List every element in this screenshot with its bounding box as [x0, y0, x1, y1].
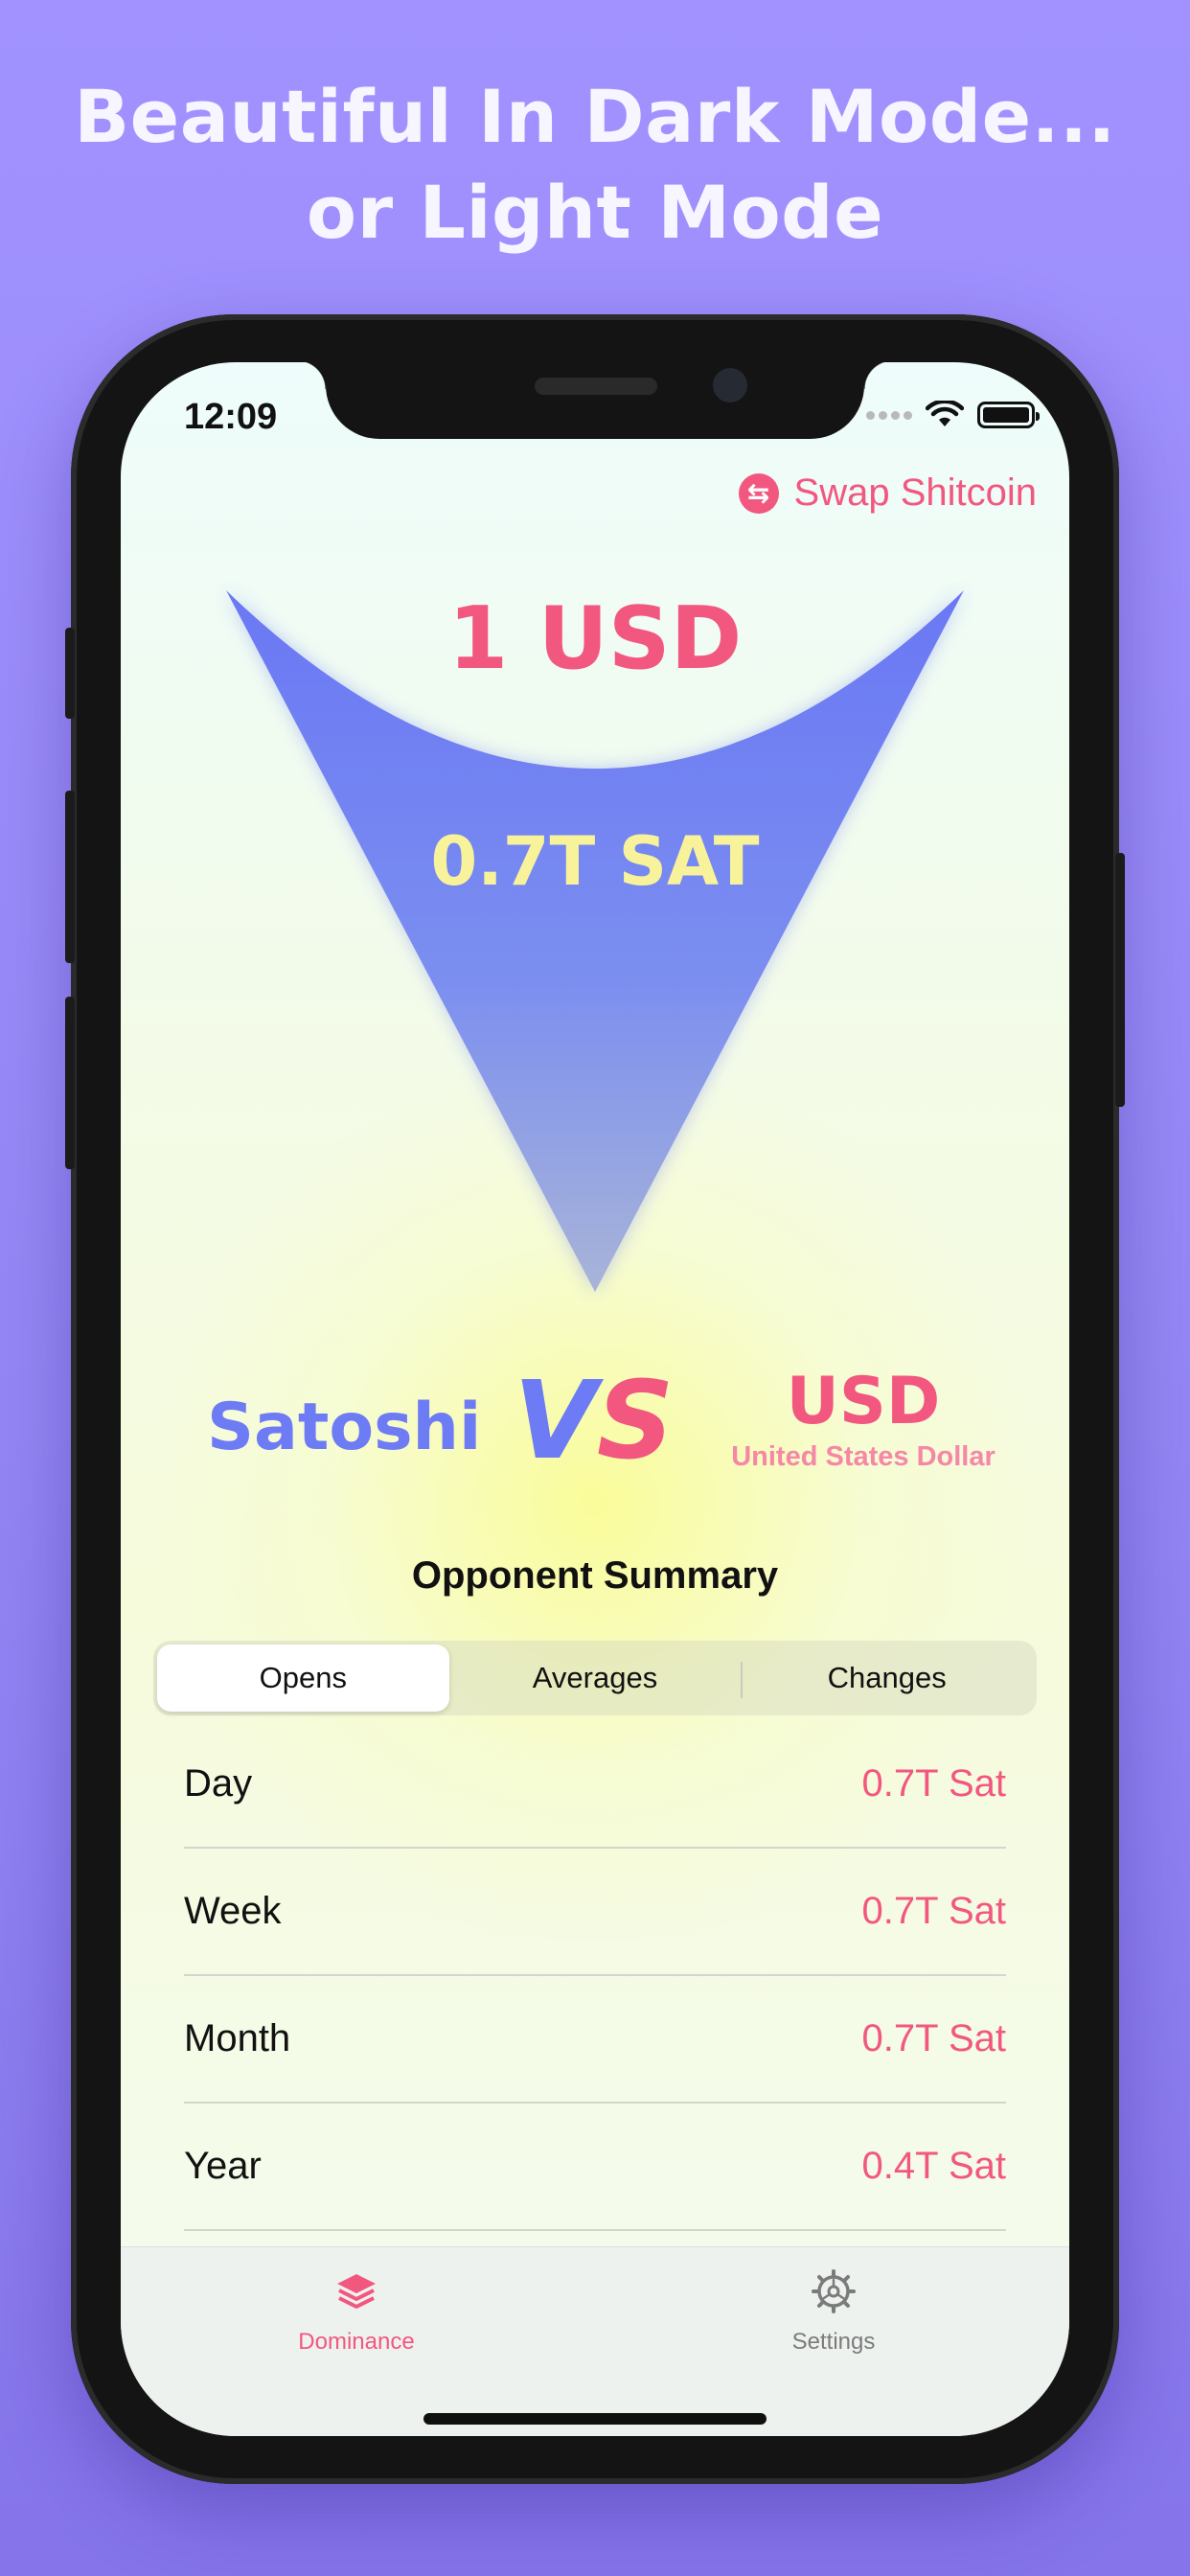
tab-settings-label: Settings: [791, 2329, 876, 2355]
swap-label: Swap Shitcoin: [793, 472, 1037, 514]
summary-title: Opponent Summary: [411, 1554, 779, 1597]
row-label: Month: [184, 2017, 291, 2059]
status-time: 12:09: [184, 397, 278, 437]
home-indicator[interactable]: [423, 2413, 767, 2425]
tab-opens[interactable]: Opens: [157, 1644, 449, 1712]
row-value: 0.4T Sat: [861, 2145, 1006, 2187]
marketing-headline: Beautiful In Dark Mode... or Light Mode: [0, 69, 1190, 261]
swap-icon: ⇆: [738, 472, 779, 514]
top-value: 1 USD: [447, 588, 743, 689]
summary-list: Day 0.7T Sat Week 0.7T Sat Month 0.7T Sa…: [184, 1721, 1006, 2231]
headline-line-1: Beautiful In Dark Mode...: [74, 74, 1116, 159]
tab-dominance-label: Dominance: [298, 2329, 415, 2355]
vs-label: VS: [514, 1359, 674, 1484]
front-camera: [713, 368, 747, 402]
row-label: Day: [184, 1762, 253, 1805]
right-opponent: USD United States Dollar: [676, 1365, 1050, 1474]
notch: [297, 362, 893, 439]
versus-row: Satoshi VS USD United States Dollar: [121, 1359, 1069, 1493]
mute-switch: [65, 628, 75, 719]
row-value: 0.7T Sat: [861, 1762, 1006, 1805]
left-opponent-name: Satoshi: [207, 1390, 482, 1465]
battery-icon: [977, 402, 1040, 428]
tab-dominance[interactable]: Dominance: [241, 2268, 471, 2356]
vs-letter-s: S: [596, 1359, 675, 1484]
funnel-shape: [226, 590, 964, 1292]
list-item: Year 0.4T Sat: [184, 2104, 1006, 2231]
tab-settings[interactable]: Settings: [719, 2268, 949, 2356]
headline-line-2: or Light Mode: [306, 170, 884, 255]
list-item: Day 0.7T Sat: [184, 1721, 1006, 1849]
app-screen: 12:09 ⇆ Swap Shitcoin 1 USD 0.7T SAT Sat…: [121, 362, 1069, 2436]
dominance-funnel: [226, 590, 964, 1292]
tab-bar: Dominance Settings: [121, 2246, 1069, 2436]
right-opponent-code: USD: [786, 1364, 941, 1439]
gear-icon: [812, 2269, 856, 2313]
swap-shitcoin-button[interactable]: ⇆ Swap Shitcoin: [738, 472, 1037, 515]
volume-up-button: [65, 791, 75, 963]
list-item: Month 0.7T Sat: [184, 1976, 1006, 2104]
tab-changes[interactable]: Changes: [741, 1644, 1033, 1712]
vs-letter-v: V: [514, 1359, 597, 1484]
tab-averages[interactable]: Averages: [449, 1644, 742, 1712]
status-icons: [866, 401, 1040, 429]
converted-value: 0.7T SAT: [430, 822, 760, 901]
right-opponent-name: United States Dollar: [731, 1441, 995, 1472]
list-item: Week 0.7T Sat: [184, 1849, 1006, 1976]
speaker-grille: [535, 378, 657, 395]
layers-icon: [337, 2274, 376, 2309]
row-value: 0.7T Sat: [861, 1890, 1006, 1932]
power-button: [1115, 853, 1125, 1107]
volume-down-button: [65, 997, 75, 1169]
summary-segmented-control: Opens Averages Changes: [153, 1641, 1037, 1715]
signal-icon: [866, 410, 912, 420]
row-label: Year: [184, 2145, 262, 2187]
row-label: Week: [184, 1890, 282, 1932]
wifi-icon: [926, 401, 964, 426]
row-value: 0.7T Sat: [861, 2017, 1006, 2059]
